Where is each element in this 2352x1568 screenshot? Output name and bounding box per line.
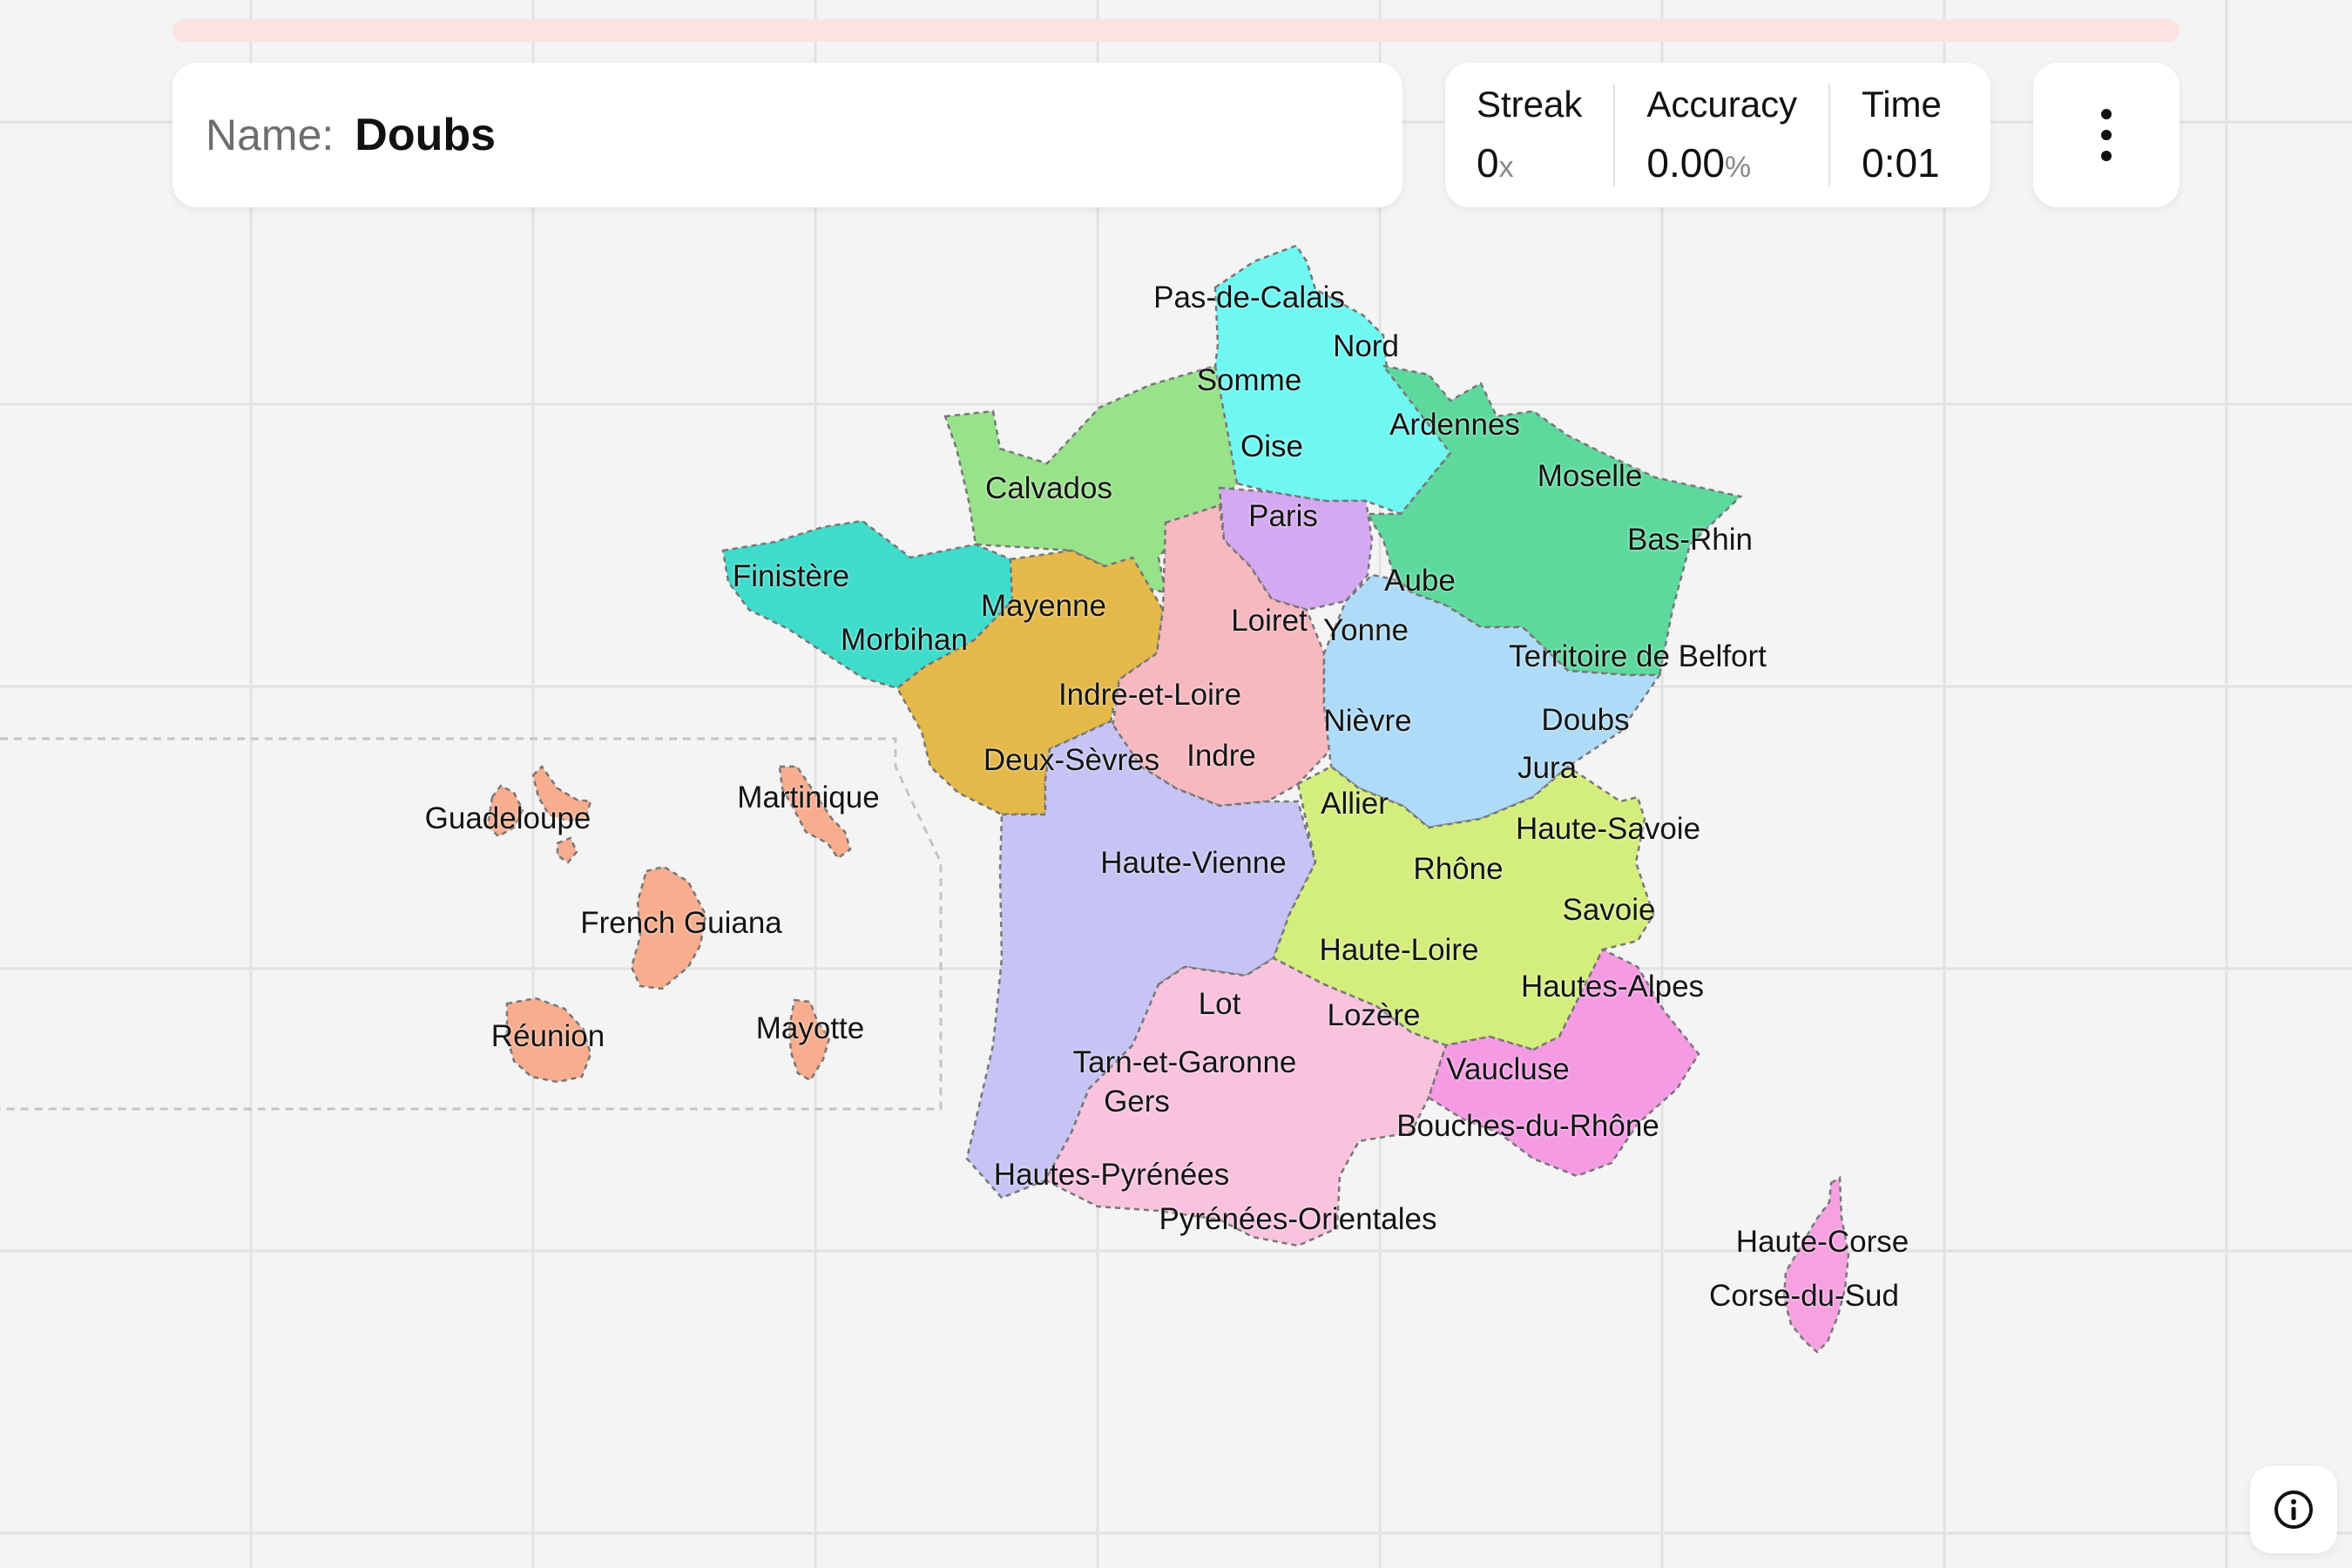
label-mayotte: Mayotte <box>755 1011 865 1045</box>
target-name-card: Name: Doubs <box>172 63 1402 207</box>
label-jura: Jura <box>1517 751 1578 785</box>
streak-label: Streak <box>1477 84 1583 125</box>
label-french-guiana: French Guiana <box>580 906 782 940</box>
label-haute-corse: Haute-Corse <box>1735 1225 1909 1259</box>
streak-value: 0x <box>1477 139 1582 186</box>
stats-card: Streak 0x Accuracy 0.00% Time 0:01 <box>1445 63 1990 207</box>
time-label: Time <box>1862 84 1942 125</box>
label-haute-loire: Haute-Loire <box>1319 933 1479 967</box>
accuracy-unit: % <box>1724 151 1752 184</box>
time-stat: Time 0:01 <box>1828 84 1973 186</box>
accuracy-number: 0.00 <box>1646 140 1725 186</box>
more-vertical-icon <box>2101 109 2112 161</box>
label-corse-du-sud: Corse-du-Sud <box>1709 1279 1899 1313</box>
time-value: 0:01 <box>1862 140 1940 186</box>
label-finistere: Finistère <box>732 559 850 593</box>
label-haute-vienne: Haute-Vienne <box>1100 846 1287 880</box>
label-reunion: Réunion <box>490 1019 605 1053</box>
label-moselle: Moselle <box>1537 459 1643 493</box>
label-bouches-du-rhone: Bouches-du-Rhône <box>1396 1109 1659 1143</box>
target-name: Doubs <box>355 110 497 160</box>
label-territoire-de-belfort: Territoire de Belfort <box>1509 639 1767 673</box>
france-map <box>0 244 1850 1354</box>
label-martinique: Martinique <box>737 781 880 814</box>
accuracy-value: 0.00% <box>1646 139 1797 186</box>
label-indre-et-loire: Indre-et-Loire <box>1058 678 1242 712</box>
region-corse[interactable] <box>1782 1175 1850 1354</box>
accuracy-label: Accuracy <box>1646 84 1798 125</box>
label-calvados: Calvados <box>985 471 1112 505</box>
label-paris: Paris <box>1248 499 1318 533</box>
label-yonne: Yonne <box>1323 613 1409 647</box>
label-deux-sevres: Deux-Sèvres <box>983 743 1160 777</box>
label-bas-rhin: Bas-Rhin <box>1627 523 1753 557</box>
info-icon <box>2274 1490 2313 1529</box>
label-somme: Somme <box>1196 363 1302 397</box>
label-tarn-et-garonne: Tarn-et-Garonne <box>1072 1045 1297 1079</box>
label-doubs: Doubs <box>1541 703 1630 737</box>
label-pyrenees-orientales: Pyrénées-Orientales <box>1159 1202 1437 1236</box>
label-hautes-pyrenees: Hautes-Pyrénées <box>993 1158 1230 1192</box>
streak-unit: x <box>1498 151 1514 184</box>
label-gers: Gers <box>1104 1085 1170 1119</box>
label-ardennes: Ardennes <box>1389 408 1520 442</box>
label-rhone: Rhône <box>1413 852 1504 886</box>
label-lot: Lot <box>1198 987 1241 1021</box>
menu-button[interactable] <box>2033 63 2180 207</box>
label-aube: Aube <box>1384 564 1456 598</box>
label-savoie: Savoie <box>1562 893 1656 927</box>
label-guadeloupe: Guadeloupe <box>424 801 591 835</box>
accuracy-stat: Accuracy 0.00% <box>1613 84 1828 186</box>
label-nord: Nord <box>1333 329 1399 363</box>
label-vaucluse: Vaucluse <box>1446 1052 1570 1086</box>
label-pas-de-calais: Pas-de-Calais <box>1153 280 1345 314</box>
label-allier: Allier <box>1321 787 1389 821</box>
label-morbihan: Morbihan <box>841 623 968 657</box>
streak-number: 0 <box>1477 140 1499 186</box>
label-nievre: Nièvre <box>1323 704 1412 738</box>
label-loiret: Loiret <box>1231 604 1308 638</box>
info-button[interactable] <box>2250 1466 2337 1553</box>
label-mayenne: Mayenne <box>981 589 1106 623</box>
label-haute-savoie: Haute-Savoie <box>1515 812 1701 846</box>
label-oise: Oise <box>1240 429 1303 463</box>
progress-bar <box>172 19 2180 42</box>
label-indre: Indre <box>1186 739 1256 773</box>
label-lozere: Lozère <box>1327 998 1421 1032</box>
label-hautes-alpes: Hautes-Alpes <box>1520 970 1705 1004</box>
streak-stat: Streak 0x <box>1445 84 1613 186</box>
name-label: Name: <box>206 111 335 159</box>
